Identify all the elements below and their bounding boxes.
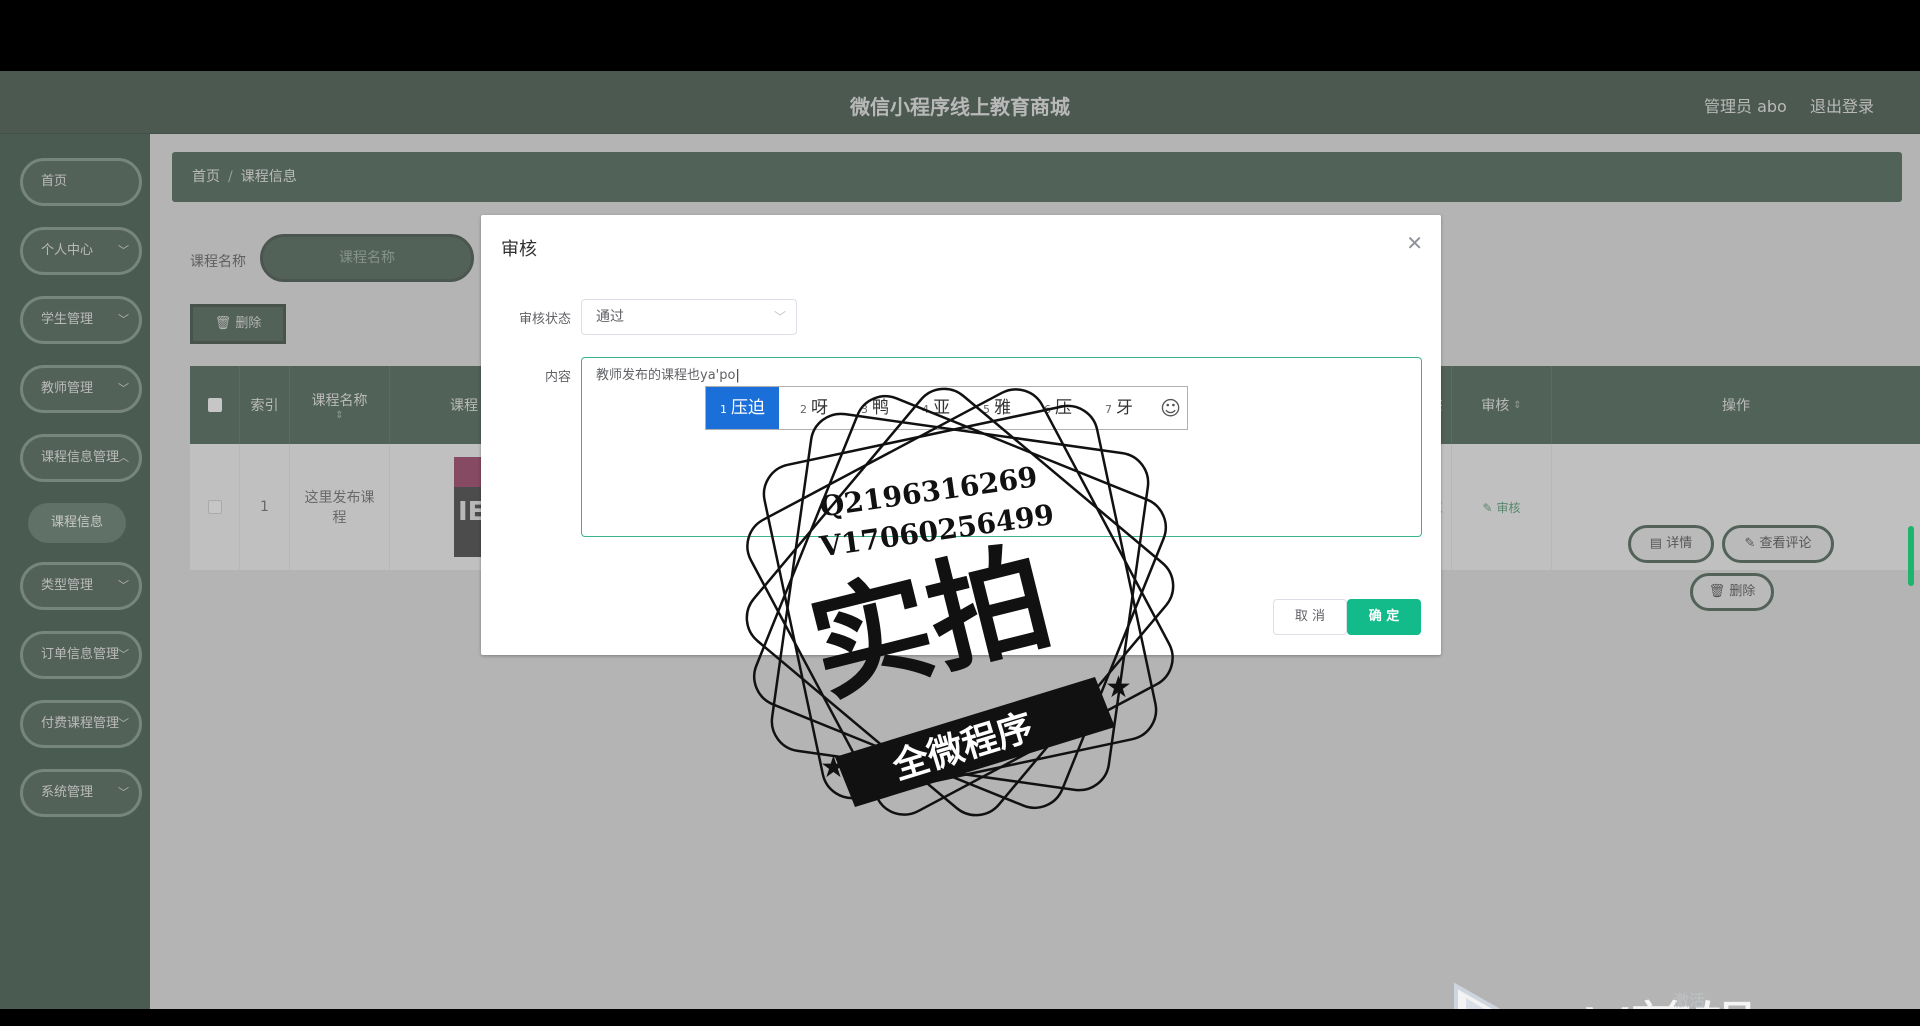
audit-status-value: 通过 xyxy=(596,309,624,325)
video-letterbox-bottom xyxy=(0,1009,1920,1026)
dialog-title: 审核 xyxy=(501,239,537,260)
scrollbar-thumb[interactable] xyxy=(1908,526,1914,586)
watermark-stamp: Q2196316269 V17060256499 实拍 全微程序 ★ ★ xyxy=(745,387,1175,817)
ev-editor-logo: eV剪辑 激活 xyxy=(1454,982,1757,1009)
confirm-button[interactable]: 确 定 xyxy=(1347,599,1421,635)
content-label: 内容 xyxy=(544,370,571,385)
ev-logo-text: eV剪辑 xyxy=(1546,996,1757,1009)
audit-status-select[interactable]: 通过 ﹀ xyxy=(581,299,797,335)
activate-windows-hint: 激活 xyxy=(1673,991,1705,1009)
star-icon: ★ xyxy=(1105,670,1132,705)
star-icon: ★ xyxy=(820,750,847,785)
audit-status-label: 审核状态 xyxy=(518,312,571,327)
close-icon[interactable]: ✕ xyxy=(1406,231,1423,255)
app-window: 微信小程序线上教育商城 管理员 abo 退出登录 首页 个人中心 ﹀ 学生管理 ﹀ … xyxy=(0,71,1920,1009)
video-letterbox-top xyxy=(0,0,1920,71)
cancel-button[interactable]: 取 消 xyxy=(1273,599,1347,635)
chevron-down-icon: ﹀ xyxy=(773,310,786,324)
